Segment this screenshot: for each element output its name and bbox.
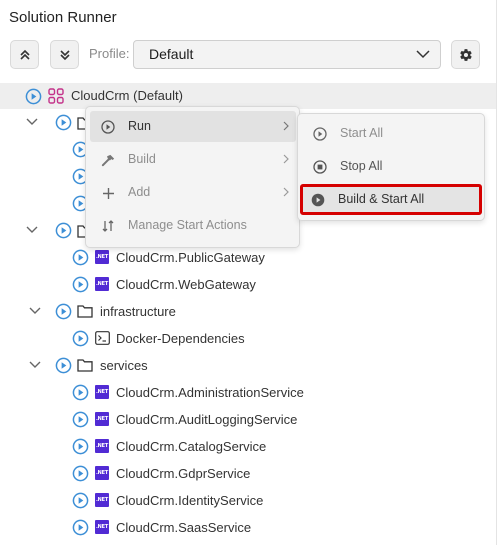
dotnet-icon: .NET	[95, 250, 109, 264]
chevron-right-icon	[283, 154, 289, 164]
run-circle-icon[interactable]	[72, 276, 89, 293]
dotnet-icon: .NET	[95, 466, 109, 480]
dotnet-icon: .NET	[95, 385, 109, 399]
tree-folder-label: infrastructure	[100, 304, 176, 319]
dotnet-icon: .NET	[95, 493, 109, 507]
play-filled-icon	[310, 192, 326, 208]
menu-item-label: Build	[128, 152, 156, 166]
menu-item-label: Build & Start All	[338, 192, 425, 206]
run-circle-icon[interactable]	[72, 330, 89, 347]
chevrons-up-icon	[19, 49, 30, 60]
menu-item-label: Add	[128, 185, 151, 199]
folder-icon	[77, 359, 93, 372]
run-circle-icon[interactable]	[25, 88, 42, 105]
tree-item-label: CloudCrm.AuditLoggingService	[116, 412, 298, 427]
run-circle-icon[interactable]	[72, 492, 89, 509]
expand-all-button[interactable]	[50, 40, 79, 69]
menu-item-run[interactable]: Run	[90, 111, 296, 142]
hammer-icon	[100, 152, 116, 168]
chevron-down-icon[interactable]	[29, 307, 41, 315]
play-circle-icon	[100, 119, 116, 135]
chevrons-down-icon	[59, 49, 70, 60]
solution-runner-panel: Solution Runner Profile: Default CloudCr…	[0, 0, 497, 545]
run-circle-icon[interactable]	[55, 357, 72, 374]
tree-item-label: CloudCrm.IdentityService	[116, 493, 264, 508]
profile-select[interactable]: Default	[133, 40, 441, 69]
terminal-icon	[95, 331, 110, 345]
tree-item-label: CloudCrm.SaasService	[116, 520, 252, 535]
run-circle-icon[interactable]	[55, 222, 72, 239]
menu-item-label: Stop All	[340, 159, 383, 173]
run-circle-icon[interactable]	[55, 114, 72, 131]
settings-button[interactable]	[451, 40, 480, 69]
solution-icon	[48, 88, 64, 104]
profile-select-value: Default	[149, 46, 194, 62]
menu-item-label: Start All	[340, 126, 384, 140]
menu-item-manage-start-actions[interactable]: Manage Start Actions	[90, 210, 296, 241]
chevron-down-icon	[416, 50, 430, 59]
menu-item-stop-all[interactable]: Stop All	[302, 151, 482, 182]
run-submenu: Start All Stop All Build & Start All	[297, 113, 485, 221]
run-circle-icon[interactable]	[72, 465, 89, 482]
tree-item-label: CloudCrm.CatalogService	[116, 439, 267, 454]
tree-item-label: CloudCrm.PublicGateway	[116, 250, 265, 265]
tree-root-label: CloudCrm (Default)	[71, 88, 183, 103]
run-circle-icon[interactable]	[72, 384, 89, 401]
chevron-right-icon	[283, 187, 289, 197]
panel-title: Solution Runner	[9, 9, 117, 26]
tree-item-label: CloudCrm.AdministrationService	[116, 385, 304, 400]
dotnet-icon: .NET	[95, 277, 109, 291]
run-circle-icon[interactable]	[72, 519, 89, 536]
menu-item-build[interactable]: Build	[90, 144, 296, 175]
collapse-all-button[interactable]	[10, 40, 39, 69]
run-circle-icon[interactable]	[55, 303, 72, 320]
dotnet-icon: .NET	[95, 520, 109, 534]
menu-item-add[interactable]: Add	[90, 177, 296, 208]
dotnet-icon: .NET	[95, 412, 109, 426]
play-circle-icon	[312, 126, 328, 142]
run-circle-icon[interactable]	[72, 411, 89, 428]
context-menu: Run Build Add Manage Start Actions	[85, 106, 300, 248]
run-circle-icon[interactable]	[72, 438, 89, 455]
chevron-down-icon[interactable]	[26, 226, 38, 234]
gear-icon	[459, 48, 472, 61]
menu-item-build-and-start-all[interactable]: Build & Start All	[300, 184, 482, 215]
tree-item-label: Docker-Dependencies	[116, 331, 245, 346]
chevron-down-icon[interactable]	[29, 361, 41, 369]
menu-item-start-all[interactable]: Start All	[302, 118, 482, 149]
dotnet-icon: .NET	[95, 439, 109, 453]
chevron-down-icon[interactable]	[26, 118, 38, 126]
plus-icon	[100, 185, 116, 201]
run-circle-icon[interactable]	[72, 249, 89, 266]
stop-circle-icon	[312, 159, 328, 175]
sort-icon	[100, 218, 116, 234]
profile-label: Profile:	[89, 46, 130, 61]
menu-item-label: Manage Start Actions	[128, 218, 247, 232]
tree-item-label: CloudCrm.WebGateway	[116, 277, 256, 292]
menu-item-label: Run	[128, 119, 151, 133]
tree-item-label: CloudCrm.GdprService	[116, 466, 251, 481]
tree-folder-label: services	[100, 358, 148, 373]
toolbar: Profile: Default	[10, 40, 485, 69]
chevron-right-icon	[283, 121, 289, 131]
folder-icon	[77, 305, 93, 318]
